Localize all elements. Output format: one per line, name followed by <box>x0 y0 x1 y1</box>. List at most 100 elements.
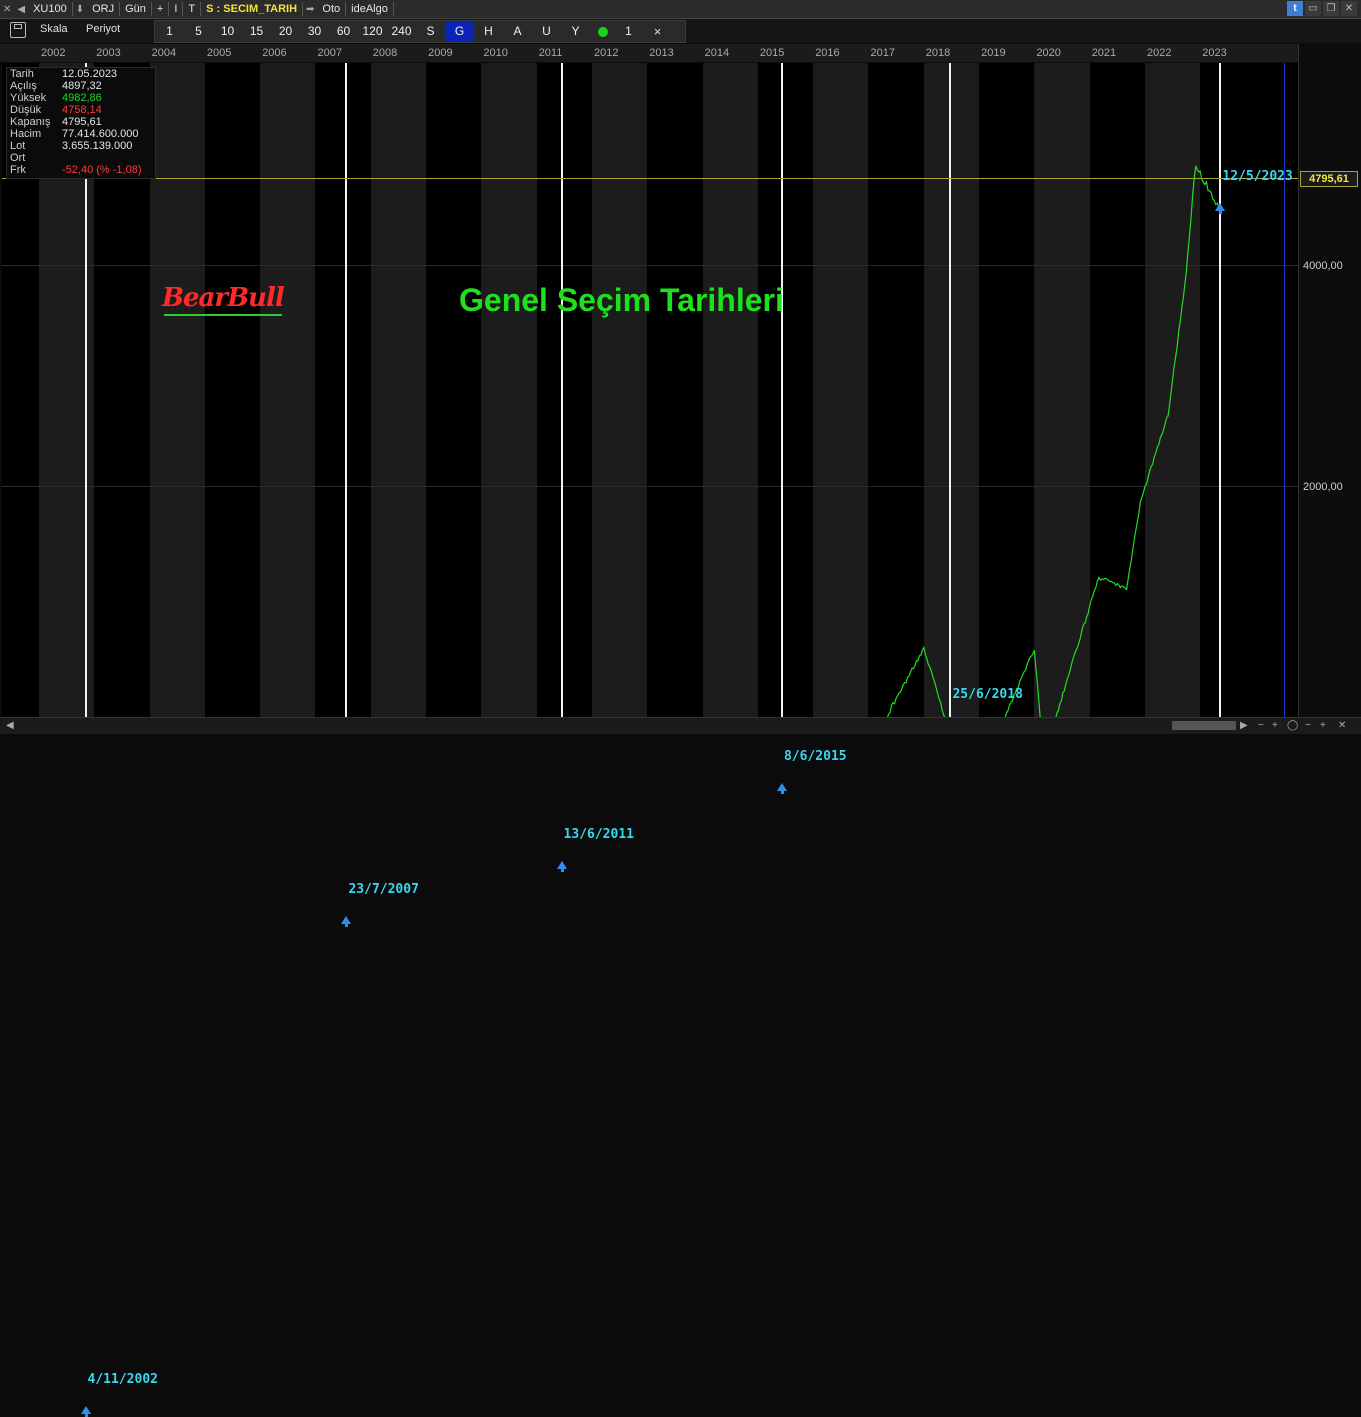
period-option[interactable]: 240 <box>387 22 416 41</box>
chart-toolbar: Skala Periyot 1 5 10 15 20 30 60 120 240 S G H A U Y 1 × <box>0 19 1361 43</box>
info-value: 77.414.600.000 <box>62 128 139 140</box>
orj-button[interactable]: ORJ <box>87 2 121 16</box>
year-label: 2016 <box>815 47 840 59</box>
period-option[interactable]: 15 <box>242 22 271 41</box>
period-option[interactable]: U <box>532 22 561 41</box>
year-label: 2002 <box>41 47 66 59</box>
period-option[interactable]: A <box>503 22 532 41</box>
forward-icon[interactable]: ➡ <box>303 4 317 15</box>
fullscreen-icon[interactable]: ✕ <box>1338 720 1346 731</box>
info-key: Düşük <box>10 104 42 116</box>
election-date-label: 13/6/2011 <box>563 826 634 842</box>
zoom-reset-icon[interactable]: + <box>1272 720 1278 731</box>
info-value: -52,40 (% -1,08) <box>62 164 142 176</box>
info-row: Kapanış 4795,61 <box>7 116 155 128</box>
scroll-thumb[interactable] <box>1172 721 1236 730</box>
price-tick-2000: 2000,00 <box>1303 481 1343 493</box>
period-option[interactable]: 30 <box>300 22 329 41</box>
price-chart <box>886 165 1220 717</box>
period-day-button[interactable]: Gün <box>120 2 152 16</box>
current-price-badge: 4795,61 <box>1300 171 1358 187</box>
status-dot-icon <box>598 26 608 37</box>
buy-arrow-icon <box>777 783 787 795</box>
period-option[interactable]: H <box>474 22 503 41</box>
scroll-right-icon[interactable]: ▶ <box>1240 720 1248 731</box>
info-value: 12.05.2023 <box>62 68 118 80</box>
minimize-icon[interactable]: ▭ <box>1305 1 1321 16</box>
year-label: 2018 <box>925 47 951 59</box>
buy-arrow-icon <box>341 916 352 928</box>
indicator-button[interactable]: I <box>169 2 184 16</box>
strategy-label[interactable]: S : SECIM_TARIH <box>201 2 304 16</box>
zoom-in-icon[interactable]: − <box>1305 720 1311 731</box>
info-key: Hacim <box>10 128 42 140</box>
info-row: Açılış 4897,32 <box>7 80 155 92</box>
period-option[interactable]: 120 <box>358 22 387 41</box>
info-row: Lot 3.655.139.000 <box>7 140 155 152</box>
zoom-fit-icon[interactable]: ◯ <box>1287 720 1298 731</box>
info-key: Açılış <box>10 80 37 92</box>
info-key: Kapanış <box>10 116 51 128</box>
info-key: Lot <box>10 140 26 152</box>
window-controls: t ▭ ❐ ✕ <box>1287 1 1357 16</box>
scroll-left-icon[interactable]: ◀ <box>6 720 14 731</box>
year-label: 2022 <box>1147 47 1172 59</box>
close-icon[interactable]: ✕ <box>0 4 14 15</box>
period-selector: 1 5 10 15 20 30 60 120 240 S G H A U Y 1 × <box>154 20 686 43</box>
info-row: Yüksek 4982,86 <box>7 92 155 104</box>
bearbull-logo: BearBull <box>162 283 285 316</box>
year-label: 2015 <box>759 47 785 59</box>
year-label: 2003 <box>96 47 121 59</box>
info-row: Ort <box>7 152 155 164</box>
auto-button[interactable]: Oto <box>317 2 347 16</box>
buy-arrow-icon <box>1215 203 1226 215</box>
period-option[interactable]: 5 <box>184 22 213 41</box>
year-label: 2020 <box>1036 47 1061 59</box>
zoom-out-icon[interactable]: − <box>1258 720 1264 731</box>
expand-icon[interactable]: + <box>1320 720 1326 731</box>
idealgo-button[interactable]: ideAlgo <box>346 2 394 16</box>
download-icon[interactable]: ⬇ <box>73 4 87 15</box>
election-date-label: 25/6/2018 <box>952 686 1023 702</box>
period-option[interactable]: 20 <box>271 22 300 41</box>
election-date-label: 8/6/2015 <box>784 749 847 765</box>
scale-button[interactable]: Skala <box>40 23 68 35</box>
add-button[interactable]: + <box>152 2 170 16</box>
close-window-icon[interactable]: ✕ <box>1341 1 1357 16</box>
info-row: Hacim 77.414.600.000 <box>7 128 155 140</box>
close-periods-icon[interactable]: × <box>643 24 672 39</box>
chart-headline: Genel Seçim Tarihleri <box>459 282 784 318</box>
symbol-label[interactable]: XU100 <box>28 2 73 16</box>
period-option[interactable]: 60 <box>329 22 358 41</box>
chart-plot-area[interactable] <box>2 63 1298 717</box>
period-button[interactable]: Periyot <box>86 23 120 35</box>
year-label: 2010 <box>483 47 508 59</box>
info-value: 4795,61 <box>62 116 102 128</box>
layout-count[interactable]: 1 <box>614 22 643 41</box>
election-date-label: 12/5/2023 <box>1222 169 1293 185</box>
period-option[interactable]: S <box>416 22 445 41</box>
twitter-icon[interactable]: t <box>1287 1 1303 16</box>
period-option[interactable]: G <box>445 22 474 41</box>
price-axis: 4000,00 2000,00 4795,61 <box>1298 44 1361 717</box>
year-label: 2014 <box>704 47 730 59</box>
year-label: 2006 <box>262 47 287 59</box>
year-label: 2012 <box>594 47 619 59</box>
election-date-label: 23/7/2007 <box>348 882 419 898</box>
data-window: Tarih 12.05.2023 Açılış 4897,32 Yüksek 4982,8… <box>6 67 156 179</box>
template-button[interactable]: T <box>183 2 202 16</box>
back-icon[interactable]: ◀ <box>14 4 28 15</box>
year-label: 2008 <box>372 47 398 59</box>
period-option[interactable]: Y <box>561 22 590 41</box>
restore-icon[interactable]: ❐ <box>1323 1 1339 16</box>
info-row: Düşük 4758,14 <box>7 104 155 116</box>
save-icon[interactable] <box>10 22 26 38</box>
info-value: 4758,14 <box>62 104 102 116</box>
buy-arrow-icon <box>80 1406 91 1417</box>
period-option[interactable]: 1 <box>155 22 184 41</box>
period-option[interactable]: 10 <box>213 22 242 41</box>
buy-arrow-icon <box>556 860 567 872</box>
time-axis: 2002 2003 2004 2005 2006 2007 2008 2009 2010 2011… <box>0 44 1298 62</box>
time-scrollbar[interactable]: ◀ ▶ − + ◯ − + ✕ <box>0 717 1361 734</box>
year-label: 2005 <box>206 47 232 59</box>
